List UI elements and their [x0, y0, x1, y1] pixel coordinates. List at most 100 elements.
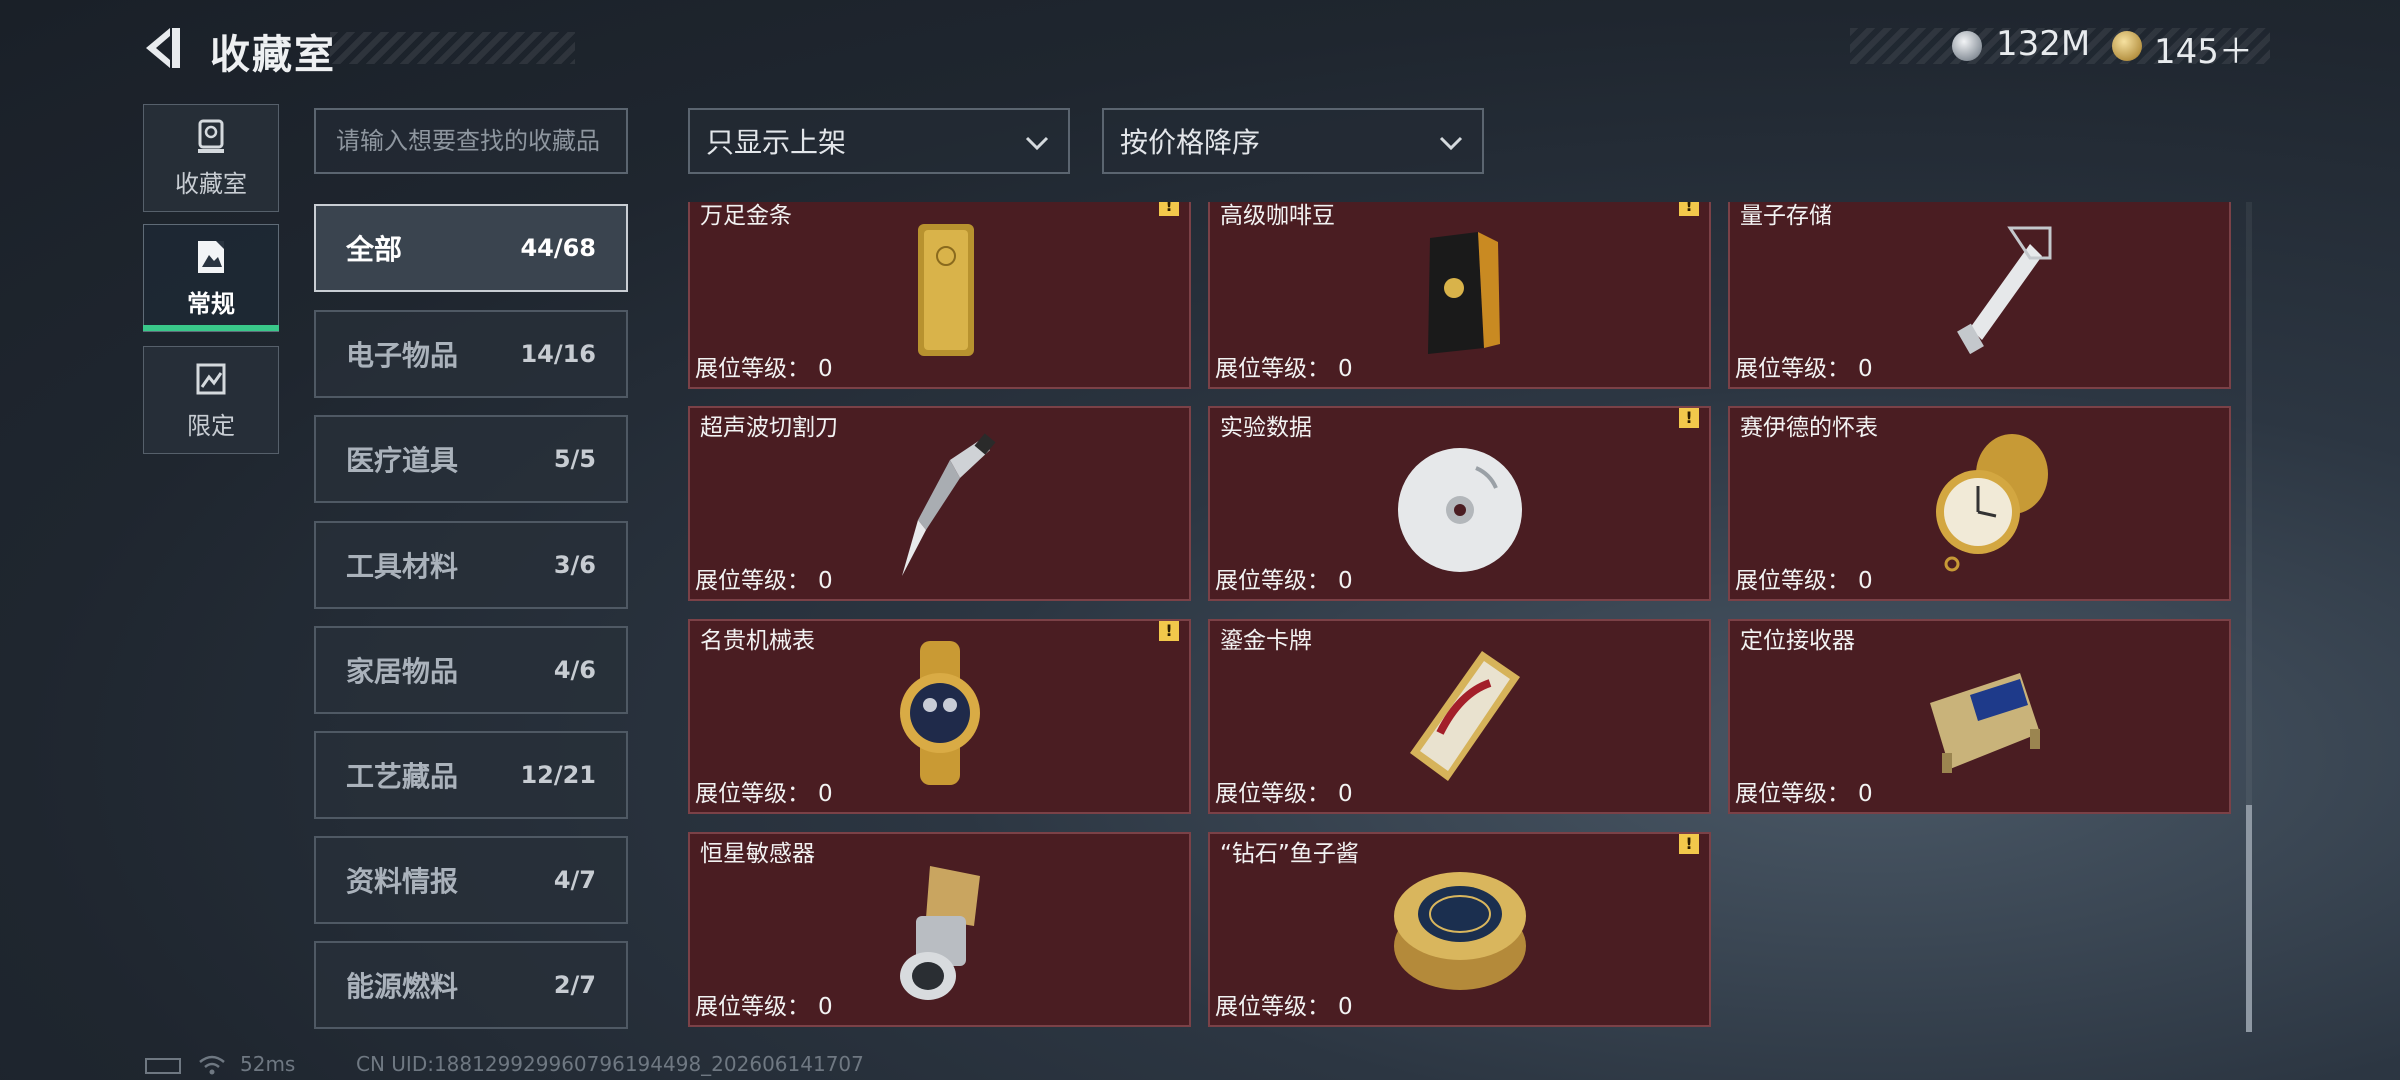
category-count: 14/16 [520, 340, 596, 368]
collection-grid[interactable]: 万足金条 ! 展位等级： 0 高级咖啡豆 ! 展位等级： 0 量子存储 展位等级： 0… [688, 202, 2236, 1032]
tab-label: 常规 [187, 289, 235, 318]
pocket-watch-icon [1935, 434, 2048, 572]
tab-limited[interactable]: 限定 [143, 346, 279, 454]
category-count: 5/5 [553, 445, 596, 473]
caviar-tin-icon [1393, 872, 1526, 990]
item-name: 赛伊德的怀表 [1740, 415, 1878, 441]
item-card[interactable]: 名贵机械表 ! 展位等级： 0 [688, 619, 1191, 814]
coffee-bag-icon [1427, 232, 1500, 354]
category-name: 医疗道具 [346, 444, 459, 477]
category-electronics[interactable]: 电子物品 14/16 [314, 310, 628, 398]
category-energy[interactable]: 能源燃料 2/7 [314, 941, 628, 1029]
gold-bar-icon [917, 224, 974, 356]
booth-level: 展位等级： 0 [695, 356, 833, 382]
item-card[interactable]: 恒星敏感器 展位等级： 0 [688, 832, 1191, 1027]
disc-icon [1397, 448, 1522, 572]
warning-icon: ! [1679, 202, 1699, 216]
category-name: 电子物品 [346, 339, 459, 372]
regular-collection-icon [192, 238, 230, 276]
item-name: “钻石”鱼子酱 [1220, 841, 1359, 867]
warning-icon: ! [1679, 834, 1699, 854]
category-count: 2/7 [553, 971, 596, 999]
item-card[interactable]: 超声波切割刀 展位等级： 0 [688, 406, 1191, 601]
category-name: 家居物品 [346, 655, 459, 688]
item-card[interactable]: 鎏金卡牌 展位等级： 0 [1208, 619, 1711, 814]
category-tools[interactable]: 工具材料 3/6 [314, 521, 628, 609]
category-count: 44/68 [520, 234, 596, 262]
booth-level: 展位等级： 0 [695, 568, 833, 594]
sort-value: 按价格降序 [1120, 126, 1261, 159]
category-name: 资料情报 [346, 865, 459, 898]
booth-level: 展位等级： 0 [1735, 568, 1873, 594]
item-name: 万足金条 [700, 203, 792, 229]
silver-currency-value: 132M [1996, 24, 2091, 64]
star-sensor-icon [899, 866, 980, 1000]
wristwatch-icon [899, 641, 980, 785]
back-button[interactable] [140, 24, 188, 72]
chevron-down-icon [1025, 136, 1049, 151]
user-uid: CN UID:18812992996079619449​8_2026061417… [356, 1052, 864, 1076]
item-card[interactable]: 高级咖啡豆 ! 展位等级： 0 [1208, 202, 1711, 389]
category-count: 4/7 [553, 866, 596, 894]
booth-level: 展位等级： 0 [1215, 994, 1353, 1020]
battery-icon [145, 1058, 181, 1074]
receiver-device-icon [1929, 673, 2040, 773]
title-decoration [330, 32, 575, 64]
category-count: 3/6 [553, 551, 596, 579]
page-title: 收藏室 [210, 32, 336, 78]
booth-level: 展位等级： 0 [695, 781, 833, 807]
ping-value: 52ms [240, 1052, 296, 1076]
booth-level: 展位等级： 0 [1215, 356, 1353, 382]
booth-level: 展位等级： 0 [1215, 781, 1353, 807]
display-filter-value: 只显示上架 [706, 126, 847, 159]
category-name: 全部 [346, 233, 403, 266]
category-intel[interactable]: 资料情报 4/7 [314, 836, 628, 924]
warning-icon: ! [1159, 621, 1179, 641]
booth-level: 展位等级： 0 [1735, 781, 1873, 807]
category-name: 工艺藏品 [346, 760, 459, 793]
trophy-icon [192, 118, 230, 156]
silver-coin-icon [1952, 31, 1982, 61]
cutter-knife-icon [901, 433, 996, 576]
warning-icon: ! [1159, 202, 1179, 216]
wifi-icon [199, 1055, 225, 1075]
booth-level: 展位等级： 0 [1215, 568, 1353, 594]
item-name: 鎏金卡牌 [1220, 628, 1312, 654]
item-name: 超声波切割刀 [700, 415, 838, 441]
tab-label: 限定 [187, 411, 235, 440]
item-name: 定位接收器 [1740, 628, 1855, 654]
scrollbar-thumb[interactable] [2246, 805, 2252, 1032]
tab-regular[interactable]: 常规 [143, 224, 279, 332]
category-medical[interactable]: 医疗道具 5/5 [314, 415, 628, 503]
sort-dropdown[interactable]: 按价格降序 [1102, 108, 1484, 174]
item-card[interactable]: “钻石”鱼子酱 ! 展位等级： 0 [1208, 832, 1711, 1027]
item-name: 名贵机械表 [700, 628, 815, 654]
tab-collection-room[interactable]: 收藏室 [143, 104, 279, 212]
category-count: 12/21 [520, 761, 596, 789]
chevron-down-icon [1439, 136, 1463, 151]
category-all[interactable]: 全部 44/68 [314, 204, 628, 292]
item-card[interactable]: 万足金条 ! 展位等级： 0 [688, 202, 1191, 389]
usb-drive-icon [1956, 226, 2051, 355]
category-count: 4/6 [553, 656, 596, 684]
booth-level: 展位等级： 0 [695, 994, 833, 1020]
category-name: 工具材料 [346, 550, 459, 583]
gold-card-icon [1409, 651, 1520, 781]
display-filter-dropdown[interactable]: 只显示上架 [688, 108, 1070, 174]
item-name: 实验数据 [1220, 415, 1312, 441]
item-card[interactable]: 定位接收器 展位等级： 0 [1728, 619, 2231, 814]
active-tab-indicator [143, 325, 279, 331]
item-name: 量子存储 [1740, 203, 1832, 229]
back-arrow-icon [146, 28, 180, 68]
gold-currency-value[interactable]: 145＋ [2154, 24, 2253, 73]
booth-level: 展位等级： 0 [1735, 356, 1873, 382]
category-crafts[interactable]: 工艺藏品 12/21 [314, 731, 628, 819]
category-name: 能源燃料 [346, 970, 459, 1003]
item-name: 高级咖啡豆 [1220, 203, 1335, 229]
search-input[interactable] [314, 108, 628, 174]
category-household[interactable]: 家居物品 4/6 [314, 626, 628, 714]
item-card[interactable]: 量子存储 展位等级： 0 [1728, 202, 2231, 389]
gold-coin-icon [2112, 31, 2142, 61]
item-card[interactable]: 赛伊德的怀表 展位等级： 0 [1728, 406, 2231, 601]
item-card[interactable]: 实验数据 ! 展位等级： 0 [1208, 406, 1711, 601]
